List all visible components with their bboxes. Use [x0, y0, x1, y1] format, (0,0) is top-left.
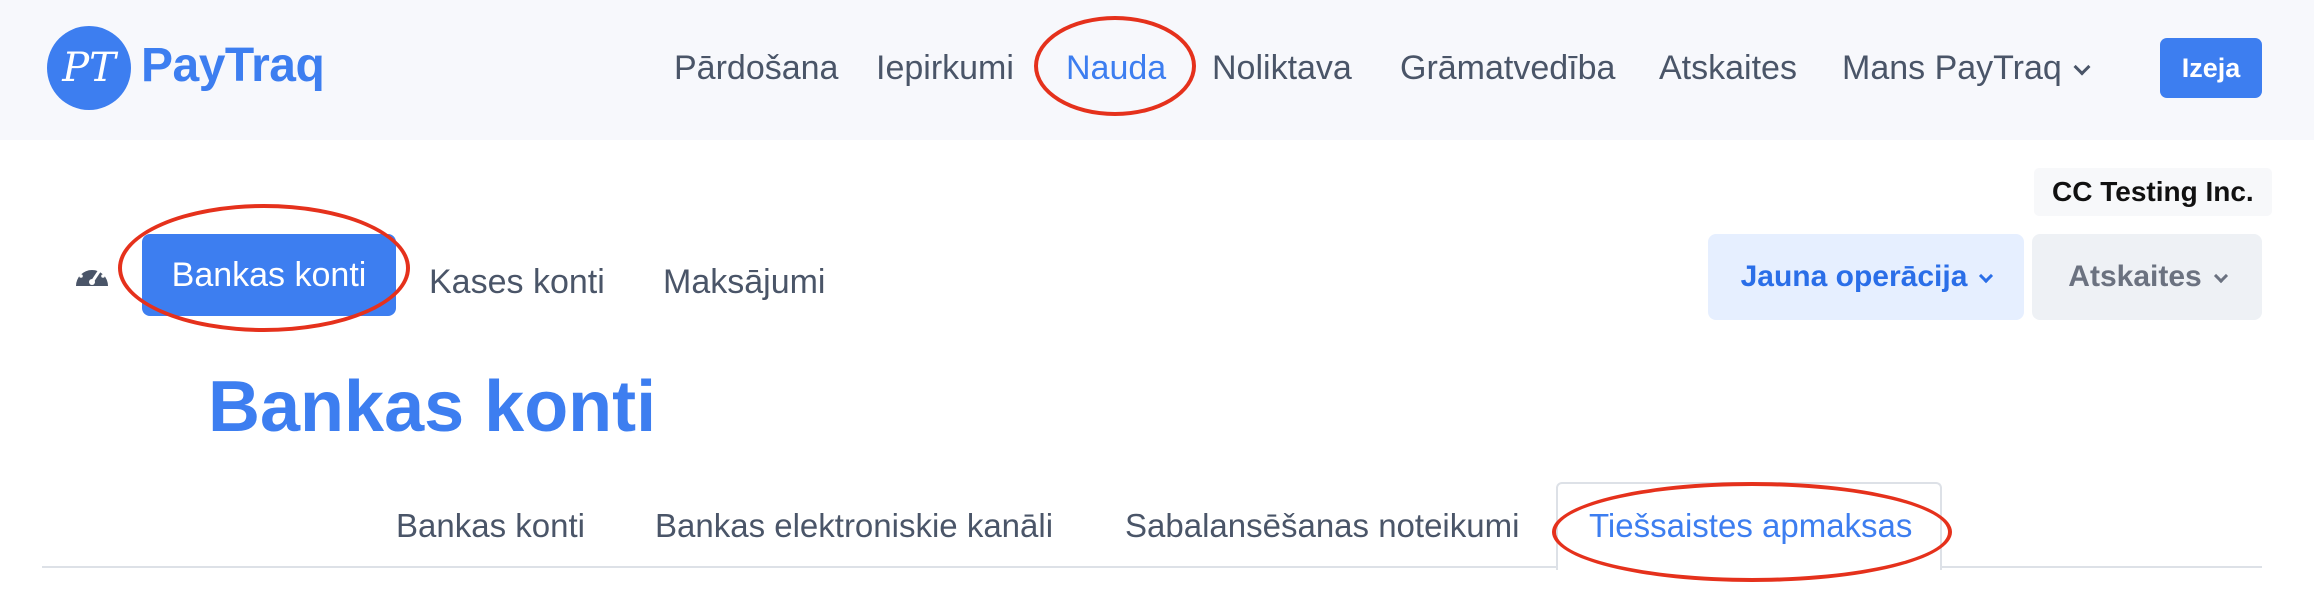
logout-button[interactable]: Izeja [2160, 38, 2262, 98]
topnav-item-sales[interactable]: Pārdošana [674, 44, 838, 92]
tab-online-payments[interactable]: Tiešsaistes apmaksas [1589, 502, 1912, 550]
subnav-cash-accounts[interactable]: Kases konti [429, 258, 605, 306]
tab-bank-electronic-channels[interactable]: Bankas elektroniskie kanāli [655, 502, 1053, 550]
gauge-icon[interactable] [72, 258, 112, 290]
topnav-item-reports[interactable]: Atskaites [1659, 44, 1797, 92]
top-navigation-bar: PT PayTraq Pārdošana Iepirkumi Nauda Nol… [0, 0, 2314, 140]
chevron-down-icon [2073, 58, 2091, 76]
new-operation-label: Jauna operācija [1740, 260, 1968, 293]
reports-label: Atskaites [2068, 260, 2202, 293]
reports-dropdown-button[interactable]: Atskaites [2032, 234, 2262, 320]
tab-bank-accounts[interactable]: Bankas konti [396, 502, 585, 550]
page-title: Bankas konti [208, 367, 657, 447]
subnav-payments[interactable]: Maksājumi [663, 258, 825, 306]
chevron-down-icon [2213, 268, 2228, 284]
topnav-item-inventory[interactable]: Noliktava [1212, 44, 1352, 92]
topnav-item-purchases[interactable]: Iepirkumi [876, 44, 1014, 92]
paytraq-logo-text[interactable]: PayTraq [141, 36, 325, 96]
subnav-bank-accounts[interactable]: Bankas konti [142, 234, 396, 316]
company-name: CC Testing Inc. [2034, 168, 2272, 216]
new-operation-button[interactable]: Jauna operācija [1708, 234, 2024, 320]
tab-reconciliation-rules[interactable]: Sabalansēšanas noteikumi [1125, 502, 1519, 550]
topnav-item-my-paytraq-label: Mans PayTraq [1842, 49, 2062, 87]
chevron-down-icon [1979, 268, 1994, 284]
topnav-item-my-paytraq[interactable]: Mans PayTraq [1842, 44, 2091, 92]
topnav-item-money[interactable]: Nauda [1066, 44, 1166, 92]
topnav-item-accounting[interactable]: Grāmatvedība [1400, 44, 1615, 92]
paytraq-logo-icon[interactable]: PT [47, 26, 131, 110]
